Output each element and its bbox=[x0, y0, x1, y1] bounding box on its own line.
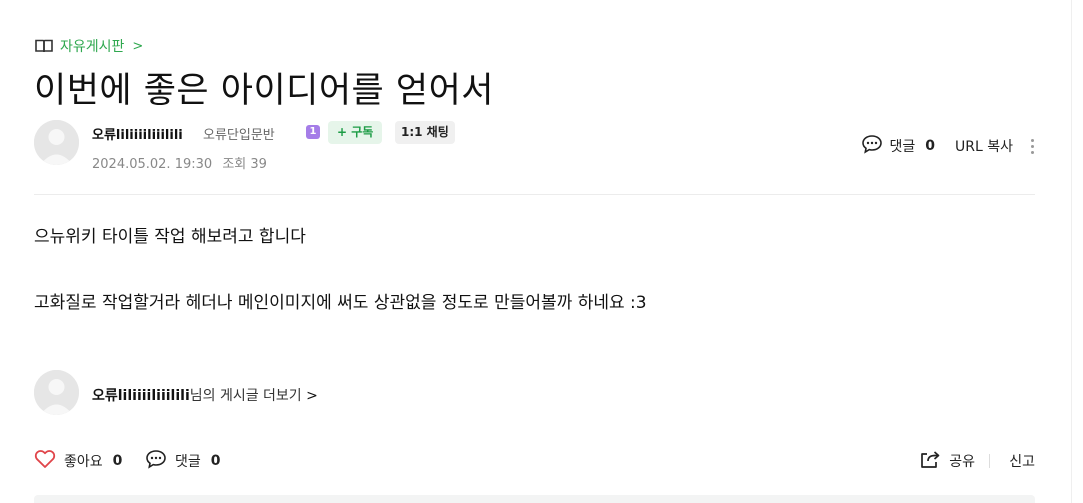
more-posts-label: 님의 게시글 더보기 bbox=[189, 388, 302, 404]
author-more-posts: 오류liliiiiliiilili님의 게시글 더보기 > bbox=[34, 370, 434, 416]
comment-section-top bbox=[34, 495, 1035, 503]
divider bbox=[34, 194, 1035, 195]
body-paragraph: 고화질로 작업할거라 헤더나 메인이미지에 써도 상관없을 정도로 만들어볼까 … bbox=[34, 293, 647, 313]
bottom-action-bar: 좋아요 0 댓글 0 공유 신고 bbox=[34, 447, 1035, 475]
comment-label: 댓글 bbox=[889, 139, 916, 155]
comment-count-link[interactable]: 댓글 0 bbox=[861, 134, 935, 158]
share-button[interactable]: 공유 bbox=[919, 449, 975, 473]
view-count: 조회 39 bbox=[222, 157, 267, 172]
level-badge: 1 bbox=[306, 125, 320, 139]
chat-button[interactable]: 1:1 채팅 bbox=[395, 121, 455, 144]
book-icon bbox=[34, 38, 54, 54]
post-actions: 댓글 0 URL 복사 bbox=[861, 134, 1035, 158]
author-info: 오류liliiiiliiilili 오류단입문반 1 + 구독 1:1 채팅 2… bbox=[34, 118, 1035, 172]
comment-bubble-icon bbox=[861, 134, 883, 158]
share-icon bbox=[919, 449, 941, 473]
chevron-right-icon: > bbox=[306, 388, 318, 404]
bottom-comment-label: 댓글 bbox=[175, 454, 201, 470]
url-copy-button[interactable]: URL 복사 bbox=[955, 136, 1013, 156]
like-count: 0 bbox=[112, 453, 123, 469]
author-rank: 오류단입문반 bbox=[203, 128, 275, 143]
divider bbox=[989, 454, 990, 468]
post-title: 이번에 좋은 아이디어를 얻어서 bbox=[34, 71, 494, 111]
share-label: 공유 bbox=[949, 454, 975, 470]
scrollbar-track[interactable] bbox=[1071, 0, 1083, 503]
subscribe-button[interactable]: + 구독 bbox=[328, 121, 383, 144]
more-posts-nickname: 오류liliiiiliiilili bbox=[92, 388, 190, 404]
chevron-right-icon: > bbox=[132, 38, 144, 54]
more-posts-link[interactable]: 오류liliiiiliiilili님의 게시글 더보기 > bbox=[92, 385, 318, 405]
heart-icon bbox=[34, 449, 56, 473]
board-breadcrumb[interactable]: 자유게시판 > bbox=[34, 36, 143, 56]
comment-bubble-icon bbox=[145, 449, 167, 473]
author-nickname[interactable]: 오류liliiiiliiilili bbox=[92, 124, 183, 143]
like-button[interactable]: 좋아요 0 bbox=[34, 449, 122, 473]
report-button[interactable]: 신고 bbox=[1009, 451, 1035, 471]
avatar[interactable] bbox=[34, 370, 79, 415]
post-meta: 2024.05.02. 19:30 조회 39 bbox=[92, 153, 267, 172]
body-paragraph: 으뉴위키 타이틀 작업 해보려고 합니다 bbox=[34, 227, 306, 247]
bottom-comment-button[interactable]: 댓글 0 bbox=[145, 449, 221, 473]
comment-count: 0 bbox=[925, 138, 935, 154]
post-body: 으뉴위키 타이틀 작업 해보려고 합니다 고화질로 작업할거라 헤더나 메인이미… bbox=[34, 224, 647, 316]
avatar[interactable] bbox=[34, 120, 79, 165]
bottom-comment-count: 0 bbox=[210, 453, 221, 469]
post-date: 2024.05.02. 19:30 bbox=[92, 157, 213, 172]
more-vertical-icon[interactable] bbox=[1029, 138, 1035, 154]
board-name: 자유게시판 bbox=[60, 39, 125, 55]
like-label: 좋아요 bbox=[64, 454, 103, 470]
